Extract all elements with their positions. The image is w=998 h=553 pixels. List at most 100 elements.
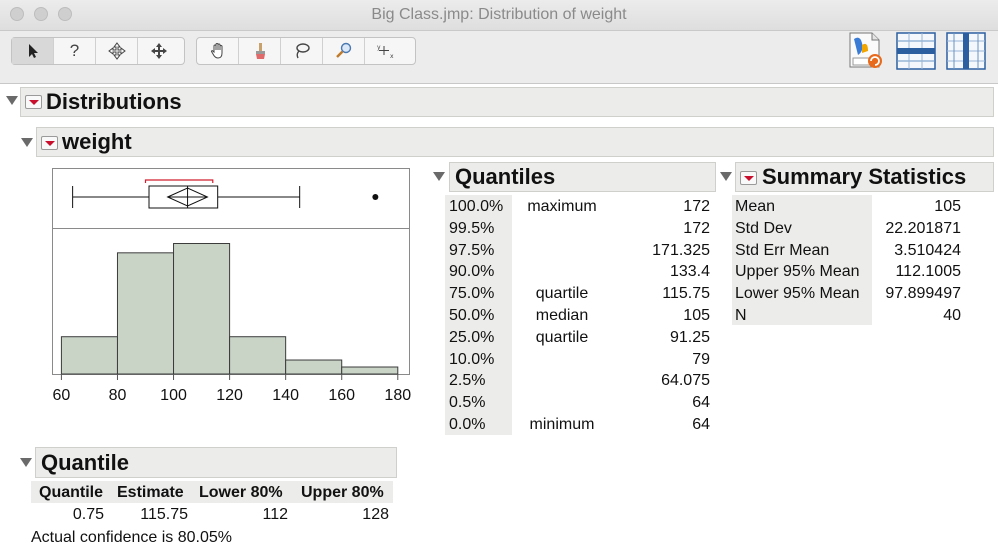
summary-stat-value: 97.899497 xyxy=(885,285,961,303)
grabber-tool-button[interactable] xyxy=(138,38,180,64)
x-axis-tick-label: 60 xyxy=(53,387,71,404)
quantile-value: 64 xyxy=(692,416,710,433)
red-triangle-menu-icon[interactable] xyxy=(41,136,58,150)
quantile-value: 79 xyxy=(692,350,710,368)
scroller-tool-button[interactable] xyxy=(96,38,138,64)
histogram-bar xyxy=(60,336,118,375)
quantile-value: 91.25 xyxy=(669,328,710,346)
quantile-percent: 99.5% xyxy=(449,219,495,237)
boxplot-frame xyxy=(52,168,410,229)
brush-tool-button[interactable] xyxy=(239,38,281,64)
outlier-point xyxy=(372,194,379,200)
quantile-percent: 75.0% xyxy=(449,285,495,303)
brush-tool-icon xyxy=(255,43,265,59)
summary-stat-label: Mean xyxy=(735,198,776,215)
summary-stat-label: Lower 95% Mean xyxy=(735,285,860,303)
summary-stat-value: 112.1005 xyxy=(895,263,961,281)
quantile-percent: 0.5% xyxy=(449,394,486,412)
quantile-ci-header: Quantile xyxy=(35,447,397,478)
window-title: Big Class.jmp: Distribution of weight xyxy=(371,6,627,23)
toolbar: ? yx xyxy=(0,31,998,84)
column-header: Lower 80% xyxy=(199,484,283,501)
column-header: Quantile xyxy=(39,484,104,501)
quantile-percent: 50.0% xyxy=(449,307,495,324)
quantile-label: maximum xyxy=(527,198,597,215)
quantile-label: quartile xyxy=(535,328,589,346)
histogram-bar xyxy=(285,359,343,375)
help-tool-icon: ? xyxy=(69,41,80,60)
lasso-tool-button[interactable] xyxy=(281,38,323,64)
histogram-bar xyxy=(341,366,399,375)
confidence-note: Actual confidence is 80.05% xyxy=(31,529,233,546)
quantile-value: 64.075 xyxy=(661,372,710,390)
lasso-tool-icon xyxy=(295,43,310,59)
summary-stat-value: 40 xyxy=(943,307,961,324)
window-title-bar: Big Class.jmp: Distribution of weight xyxy=(0,0,998,31)
x-axis-tick-label: 140 xyxy=(272,387,299,404)
quantile-value: 115.75 xyxy=(662,285,710,303)
quantile-value: 172 xyxy=(683,198,710,215)
red-triangle-menu-icon[interactable] xyxy=(740,171,757,185)
table-cell: 115.75 xyxy=(140,506,188,523)
quantile-label: minimum xyxy=(529,416,595,433)
jmp-data-table-icon xyxy=(849,32,882,68)
crosshair-tool-button[interactable]: yx xyxy=(365,38,407,64)
summary-stat-label: Std Dev xyxy=(735,219,792,237)
disclosure-icon[interactable] xyxy=(720,172,732,181)
summary-stat-label: Std Err Mean xyxy=(735,241,830,259)
column-layout-button[interactable] xyxy=(946,31,986,71)
disclosure-icon[interactable] xyxy=(433,172,445,181)
row-layout-icon xyxy=(896,32,936,70)
svg-text:x: x xyxy=(390,53,394,60)
quantile-percent: 25.0% xyxy=(449,328,495,346)
distribution-chart: 60 80 100 120 140 160 180 xyxy=(52,168,411,404)
quantile-label: quartile xyxy=(535,285,589,303)
x-axis-tick-label: 180 xyxy=(384,387,411,404)
svg-text:y: y xyxy=(377,44,381,51)
red-triangle-menu-icon[interactable] xyxy=(25,95,42,109)
quantile-percent: 100.0% xyxy=(449,198,504,215)
disclosure-icon[interactable] xyxy=(20,458,32,467)
tool-group-1: ? xyxy=(11,37,185,65)
quantile-value: 171.325 xyxy=(652,241,710,259)
column-header: Upper 80% xyxy=(301,484,384,501)
distributions-title: Distributions xyxy=(46,89,182,114)
table-cell: 112 xyxy=(262,506,288,523)
disclosure-icon[interactable] xyxy=(6,96,18,105)
quantile-value: 64 xyxy=(692,394,710,412)
quantile-value: 172 xyxy=(683,219,710,237)
histogram-bar xyxy=(173,243,231,375)
summary-stat-value: 3.510424 xyxy=(894,241,961,259)
summary-stat-value: 22.201871 xyxy=(885,219,961,237)
grabber-tool-icon xyxy=(151,43,167,59)
jmp-data-table-button[interactable] xyxy=(846,31,886,71)
quantile-percent: 0.0% xyxy=(449,416,486,433)
tool-group-2: yx xyxy=(196,37,416,65)
quantile-value: 105 xyxy=(683,307,710,324)
summary-stat-label: Upper 95% Mean xyxy=(735,263,860,281)
x-axis-tick-label: 80 xyxy=(109,387,127,404)
row-layout-button[interactable] xyxy=(896,31,936,71)
arrow-tool-button[interactable] xyxy=(12,38,54,64)
quantile-percent: 10.0% xyxy=(449,350,495,368)
histogram-bar xyxy=(229,336,287,375)
variable-title: weight xyxy=(62,129,132,154)
hand-tool-button[interactable] xyxy=(197,38,239,64)
help-tool-button[interactable]: ? xyxy=(54,38,96,64)
magnifier-tool-icon xyxy=(335,42,351,58)
quantiles-title: Quantiles xyxy=(455,164,556,189)
quantile-percent: 2.5% xyxy=(449,372,486,390)
magnifier-tool-button[interactable] xyxy=(323,38,365,64)
summary-statistics-header: Summary Statistics xyxy=(735,162,994,192)
summary-stat-value: 105 xyxy=(934,198,961,215)
summary-stat-label: N xyxy=(735,307,747,324)
quantile-label: median xyxy=(535,307,589,324)
x-axis-tick-label: 120 xyxy=(216,387,243,404)
crosshair-tool-icon: yx xyxy=(377,44,394,60)
disclosure-icon[interactable] xyxy=(21,138,33,147)
quantile-percent: 97.5% xyxy=(449,241,495,259)
quantile-value: 133.4 xyxy=(669,263,710,281)
summary-statistics-title: Summary Statistics xyxy=(762,164,967,189)
quantiles-header: Quantiles xyxy=(449,162,716,192)
table-cell: 128 xyxy=(362,506,389,523)
